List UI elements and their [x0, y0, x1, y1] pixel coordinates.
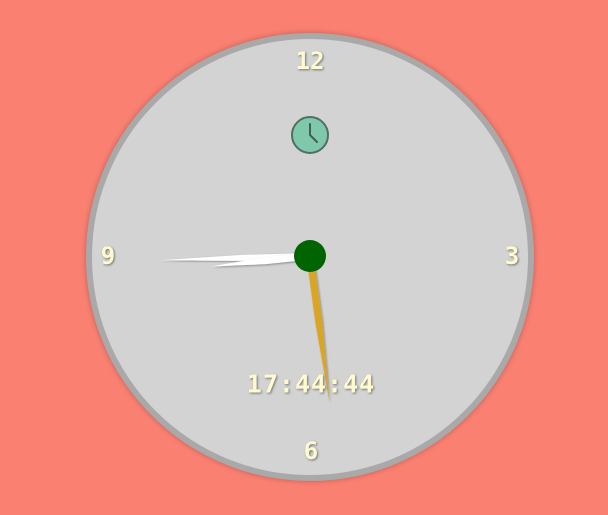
clock-widget: 12 3 6 9 17:44:44: [0, 0, 608, 515]
clock-face: [86, 33, 534, 481]
numeral-6: 6: [303, 437, 319, 465]
numeral-12: 12: [295, 47, 325, 75]
numeral-3: 3: [504, 242, 520, 270]
digital-time-display: 17:44:44: [246, 369, 376, 399]
numeral-9: 9: [100, 242, 116, 270]
clock-icon[interactable]: [290, 115, 330, 155]
